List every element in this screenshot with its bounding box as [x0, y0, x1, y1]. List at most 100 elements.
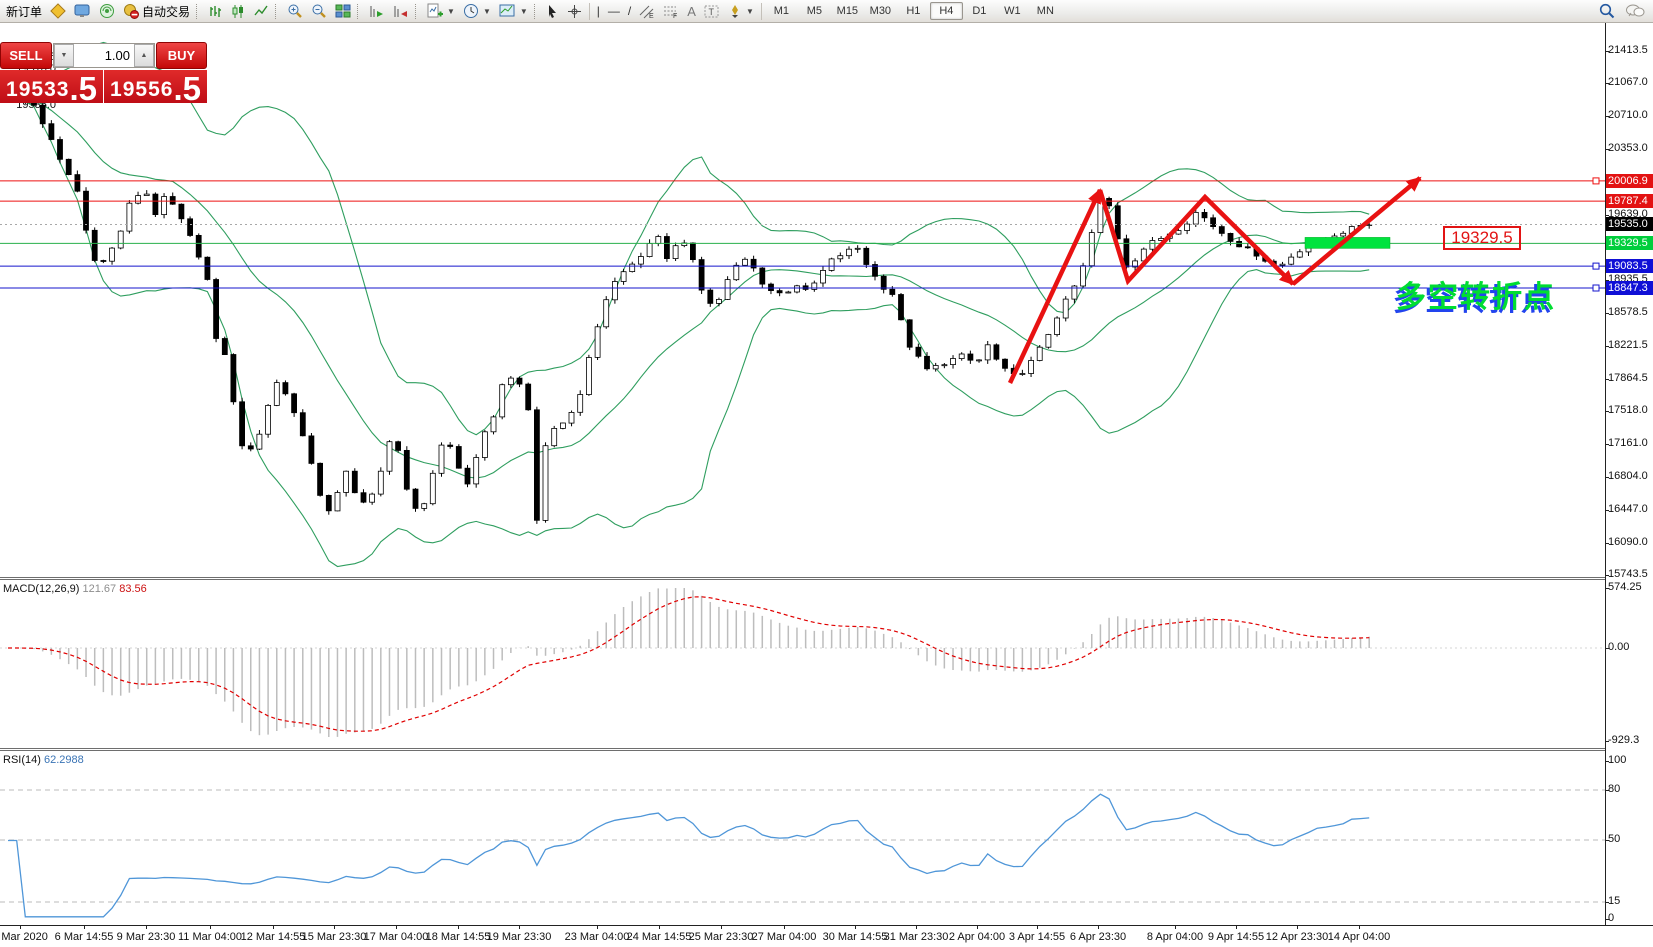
new-order-button[interactable]: 新订单 [2, 2, 46, 21]
timeframe-button-h1[interactable]: H1 [897, 2, 930, 20]
axis-tick-label: 16804.0 [1608, 470, 1653, 482]
toolbar-grip [357, 4, 363, 19]
time-label: 25 Mar 23:30 [689, 931, 754, 943]
channel-button[interactable]: E [635, 2, 659, 21]
time-label: 12 Mar 14:55 [241, 931, 306, 943]
fibonacci-button[interactable]: F [659, 2, 683, 21]
buy-price-display[interactable]: 19556 .5 [104, 70, 207, 103]
timeframe-button-mn[interactable]: MN [1029, 2, 1062, 20]
dropdown-arrow-icon: ▼ [746, 7, 754, 16]
timeframe-button-w1[interactable]: W1 [996, 2, 1029, 20]
time-tick [210, 926, 211, 929]
buy-button-label: BUY [168, 48, 195, 63]
channel-icon: E [639, 4, 655, 19]
zoom-out-button[interactable] [307, 2, 331, 21]
buy-price-main: 19556 [110, 78, 173, 102]
sell-price-display[interactable]: 19533 .5 [0, 70, 103, 103]
trend-arrow[interactable] [1100, 190, 1293, 284]
rsi-axis-label: 100 [1608, 754, 1653, 766]
periods-button[interactable]: ▼ [459, 2, 495, 21]
axis-tick-label: 16090.0 [1608, 536, 1653, 548]
candlestick-button[interactable] [227, 2, 250, 21]
timeframe-button-m15[interactable]: M15 [831, 2, 864, 20]
level-price-label: 19329.5 [1606, 236, 1653, 250]
time-label: 11 Mar 04:00 [178, 931, 242, 943]
time-tick [1098, 926, 1099, 929]
signals-icon[interactable] [95, 2, 119, 21]
level-price-label: 20006.9 [1606, 174, 1653, 188]
timeframe-button-d1[interactable]: D1 [963, 2, 996, 20]
volume-decrease-button[interactable]: ▼ [54, 44, 74, 67]
level-price-label: 19787.4 [1606, 194, 1653, 208]
text-button[interactable]: A [683, 2, 700, 21]
trend-arrow[interactable] [1010, 190, 1100, 383]
rsi-axis-label: 15 [1608, 895, 1653, 907]
line-chart-button[interactable] [250, 2, 273, 21]
gold-cube-icon[interactable] [46, 2, 70, 21]
rsi-pane[interactable] [0, 751, 1605, 925]
templates-button[interactable]: ▼ [495, 2, 532, 21]
mt4-window: 新订单 自动交易 [0, 0, 1653, 947]
one-click-trading-panel: SELL ▼ 1.00 ▲ BUY 19533 .5 19556 .5 [0, 42, 207, 103]
bar-chart-button[interactable] [204, 2, 227, 21]
timeframe-button-m1[interactable]: M1 [765, 2, 798, 20]
chart-shift-button[interactable] [389, 2, 413, 21]
timeframe-button-m30[interactable]: M30 [864, 2, 897, 20]
chat-icon[interactable] [1625, 3, 1645, 19]
trendline-button[interactable]: / [624, 2, 635, 21]
axis-tick-label: 17161.0 [1608, 437, 1653, 449]
tile-windows-icon [335, 3, 351, 19]
terminal-icon[interactable] [70, 2, 95, 21]
axis-tick-label: 18221.5 [1608, 339, 1653, 351]
turning-point-annotation[interactable]: 多空转折点 [1396, 272, 1556, 316]
sell-button[interactable]: SELL [0, 42, 52, 69]
main-chart-pane[interactable] [0, 23, 1605, 577]
time-tick [721, 926, 722, 929]
timeframe-button-h4[interactable]: H4 [930, 2, 963, 20]
template-icon [499, 3, 516, 19]
volume-input[interactable]: 1.00 [74, 44, 134, 67]
toolbar-grip [415, 4, 421, 19]
axis-tick-label: 18578.5 [1608, 306, 1653, 318]
macd-signal-line [8, 597, 1369, 731]
crosshair-icon [567, 4, 582, 19]
new-order-label: 新订单 [6, 3, 42, 20]
time-tick [519, 926, 520, 929]
auto-scroll-button[interactable] [365, 2, 389, 21]
axis-tick-label: 21067.0 [1608, 76, 1653, 88]
time-tick [1175, 926, 1176, 929]
text-label-button[interactable]: T [700, 2, 724, 21]
svg-text:F: F [673, 13, 677, 19]
tile-windows-button[interactable] [331, 2, 355, 21]
volume-increase-button[interactable]: ▲ [134, 44, 154, 67]
time-label: 31 Mar 23:30 [884, 931, 949, 943]
time-label: 6 Apr 23:30 [1070, 931, 1126, 943]
time-tick [146, 926, 147, 929]
time-tick [273, 926, 274, 929]
horizontal-line-button[interactable]: — [604, 2, 624, 21]
time-tick [458, 926, 459, 929]
indicators-button[interactable]: ▼ [423, 2, 459, 21]
axis-tick-label: 21413.5 [1608, 44, 1653, 56]
sell-price-frac: .5 [69, 76, 97, 102]
time-label: 27 Mar 04:00 [752, 931, 817, 943]
zoom-in-button[interactable] [283, 2, 307, 21]
autotrading-button[interactable]: 自动交易 [119, 2, 194, 21]
time-tick [1236, 926, 1237, 929]
macd-pane[interactable] [0, 580, 1605, 748]
clock-icon [463, 3, 479, 19]
time-label: 2 Apr 04:00 [949, 931, 1005, 943]
autotrading-label: 自动交易 [142, 3, 190, 20]
crosshair-button[interactable] [563, 2, 586, 21]
trend-arrow[interactable] [1293, 178, 1420, 284]
buy-button[interactable]: BUY [156, 42, 207, 69]
cursor-button[interactable] [542, 2, 563, 21]
price-callout-box[interactable]: 19329.5 [1443, 226, 1521, 250]
timeframe-button-m5[interactable]: M5 [798, 2, 831, 20]
time-tick [1297, 926, 1298, 929]
text-icon: A [687, 4, 696, 19]
vertical-line-button[interactable]: | [593, 2, 604, 21]
cursor-icon [546, 4, 559, 19]
search-icon[interactable] [1599, 3, 1615, 19]
shapes-button[interactable]: ▼ [724, 2, 758, 21]
